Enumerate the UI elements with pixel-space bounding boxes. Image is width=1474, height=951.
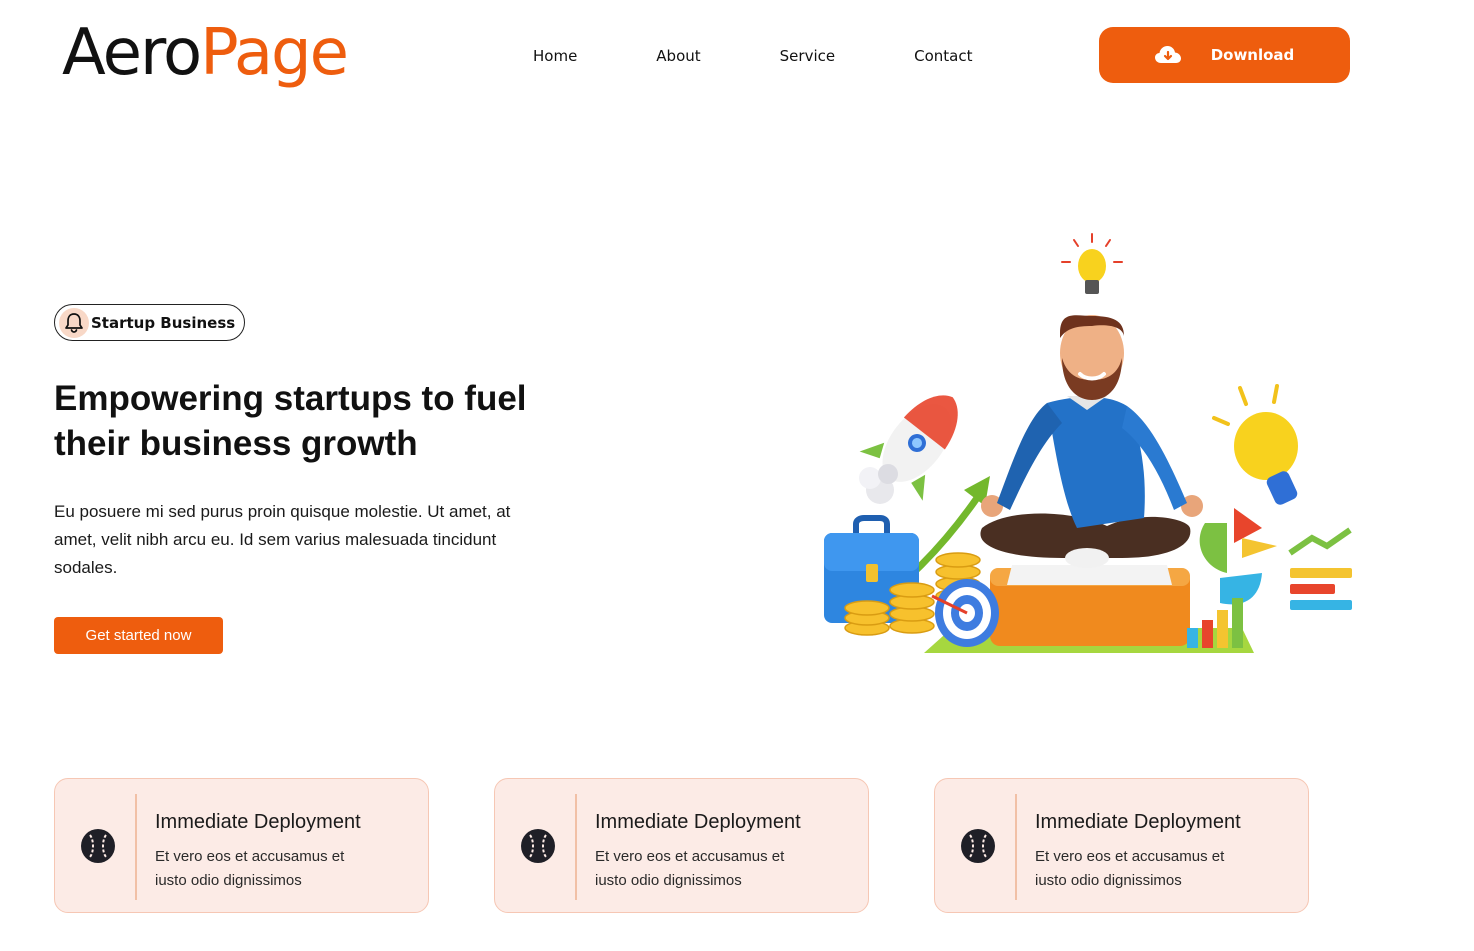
feature-card: Immediate Deployment Et vero eos et accu… bbox=[934, 778, 1309, 913]
bell-icon-wrap bbox=[59, 307, 89, 338]
logo[interactable]: AeroPage bbox=[62, 12, 349, 94]
bell-icon bbox=[65, 312, 83, 333]
feature-text-line1: Et vero eos et accusamus et bbox=[1035, 848, 1225, 865]
feature-text-line2: iusto odio dignissimos bbox=[155, 872, 302, 889]
hero-title: Empowering startups to fuel their busine… bbox=[54, 376, 574, 466]
nav-service[interactable]: Service bbox=[780, 45, 835, 67]
download-label: Download bbox=[1210, 46, 1295, 64]
baseball-icon bbox=[961, 829, 995, 863]
card-divider bbox=[1015, 794, 1017, 900]
main-nav: Home About Service Contact bbox=[533, 45, 972, 67]
download-button[interactable]: Download bbox=[1099, 27, 1350, 83]
feature-text: Et vero eos et accusamus et iusto odio d… bbox=[1035, 845, 1265, 893]
baseball-icon bbox=[521, 829, 555, 863]
feature-text: Et vero eos et accusamus et iusto odio d… bbox=[155, 845, 385, 893]
meditating-businessman-illustration bbox=[824, 233, 1352, 653]
feature-title: Immediate Deployment bbox=[595, 811, 801, 833]
startup-badge: Startup Business bbox=[54, 304, 246, 341]
hero-title-line2: their business growth bbox=[54, 424, 418, 463]
feature-card: Immediate Deployment Et vero eos et accu… bbox=[494, 778, 869, 913]
card-divider bbox=[575, 794, 577, 900]
get-started-button[interactable]: Get started now bbox=[54, 617, 223, 654]
nav-home[interactable]: Home bbox=[533, 45, 577, 67]
feature-title: Immediate Deployment bbox=[1035, 811, 1241, 833]
feature-card: Immediate Deployment Et vero eos et accu… bbox=[54, 778, 429, 913]
badge-label: Startup Business bbox=[91, 313, 236, 332]
hero-description: Eu posuere mi sed purus proin quisque mo… bbox=[54, 502, 511, 577]
baseball-icon bbox=[81, 829, 115, 863]
feature-text: Et vero eos et accusamus et iusto odio d… bbox=[595, 845, 825, 893]
hero-title-line1: Empowering startups to fuel bbox=[54, 379, 527, 418]
feature-text-line2: iusto odio dignissimos bbox=[595, 872, 742, 889]
nav-contact[interactable]: Contact bbox=[914, 45, 972, 67]
feature-title: Immediate Deployment bbox=[155, 811, 361, 833]
feature-text-line2: iusto odio dignissimos bbox=[1035, 872, 1182, 889]
feature-text-line1: Et vero eos et accusamus et bbox=[155, 848, 345, 865]
feature-text-line1: Et vero eos et accusamus et bbox=[595, 848, 785, 865]
logo-text-aero: Aero bbox=[62, 16, 202, 90]
nav-about[interactable]: About bbox=[656, 45, 700, 67]
cloud-download-icon bbox=[1154, 46, 1181, 63]
logo-text-page: Page bbox=[200, 16, 349, 90]
card-divider bbox=[135, 794, 137, 900]
